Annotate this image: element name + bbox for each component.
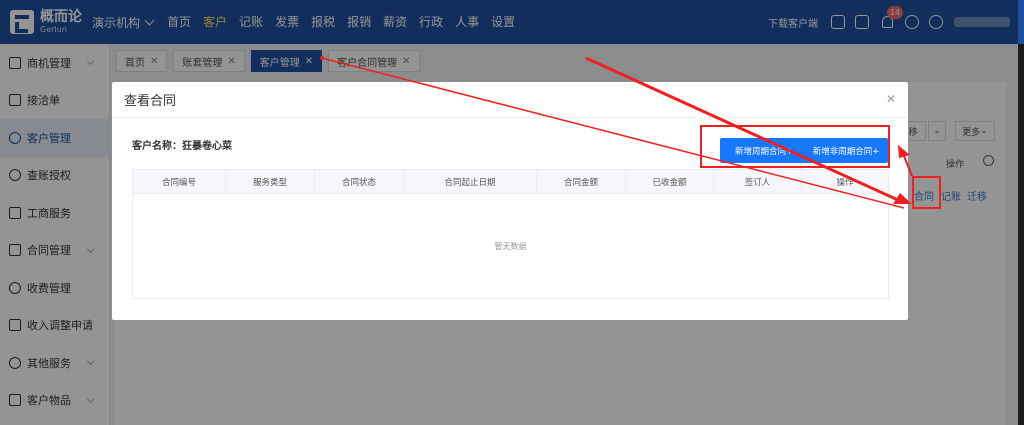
dialog-title: 查看合同 xyxy=(124,94,177,109)
contract-table: 合同编号 服务类型 合同状态 合同起止日期 合同金额 已收金额 签订人 操作 暂… xyxy=(132,169,889,299)
table-header: 合同编号 服务类型 合同状态 合同起止日期 合同金额 已收金额 签订人 操作 xyxy=(133,170,888,194)
window-edge xyxy=(1018,44,1024,425)
column-header: 合同编号 xyxy=(133,170,226,193)
column-header: 操作 xyxy=(836,177,854,188)
column-header: 服务类型 xyxy=(226,170,315,193)
annotation-box-buttons xyxy=(700,125,890,168)
customer-name-label: 客户名称：狂暴卷心菜 xyxy=(132,141,232,152)
empty-state: 暂无数据 xyxy=(494,242,527,251)
column-header: 合同起止日期 xyxy=(404,170,537,193)
column-header: 签订人 xyxy=(714,170,802,193)
column-header: 合同状态 xyxy=(315,170,404,193)
view-contract-dialog: 查看合同 ✕ 客户名称：狂暴卷心菜 新增周期合同+ 新增非周期合同+ 合同编号 … xyxy=(112,82,908,320)
column-header: 合同金额 xyxy=(537,170,626,193)
column-header: 已收金额 xyxy=(626,170,714,193)
annotation-box-contract-link xyxy=(912,176,941,209)
dialog-header: 查看合同 xyxy=(112,82,908,118)
close-icon[interactable]: ✕ xyxy=(886,92,896,106)
